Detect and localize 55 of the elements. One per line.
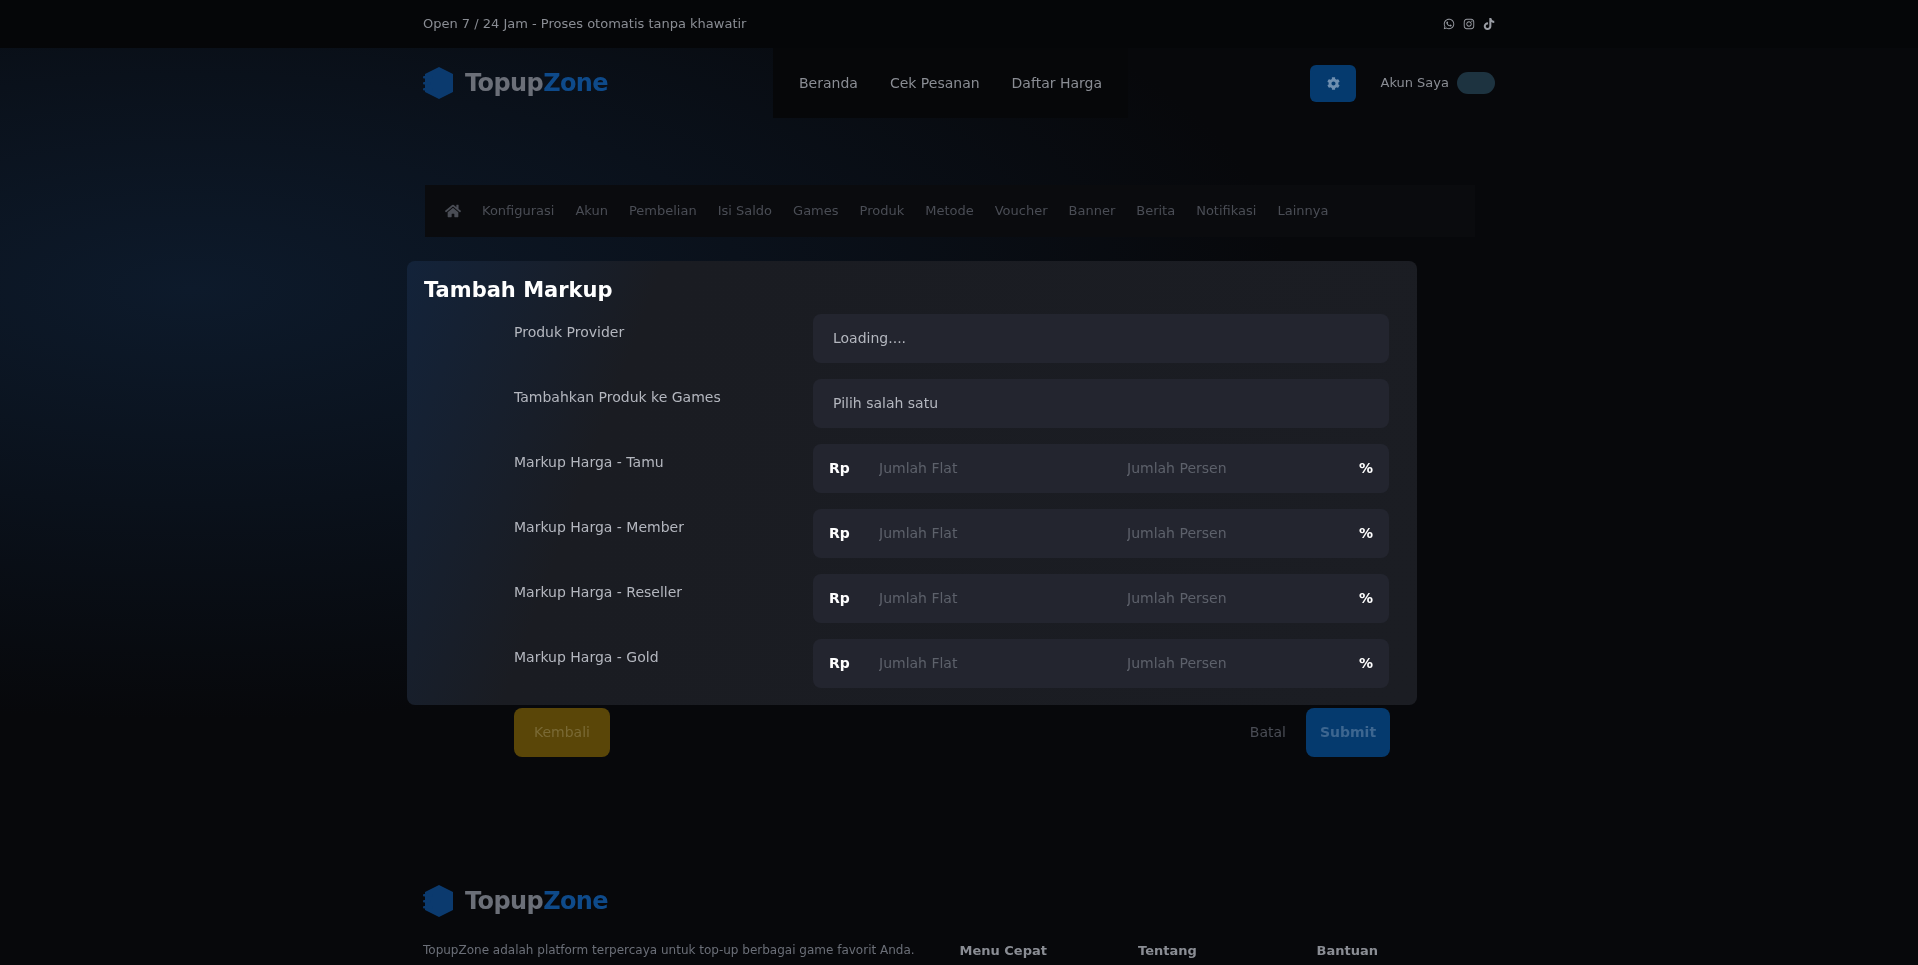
flat-amount-input[interactable]: Jumlah Flat	[879, 522, 1127, 544]
percent-amount-input[interactable]: Jumlah Persen	[1127, 522, 1359, 544]
account-link[interactable]: Akun Saya	[1380, 73, 1449, 93]
select-field[interactable]: Loading....	[813, 313, 1389, 363]
footer-column-title: Menu Cepat	[959, 942, 1048, 960]
cancel-button[interactable]: Batal	[1249, 722, 1286, 743]
admin-menu-item[interactable]: Berita	[1136, 201, 1176, 221]
nav-link[interactable]: Cek Pesanan	[889, 72, 980, 94]
settings-button[interactable]	[1310, 64, 1357, 102]
whatsapp-icon[interactable]	[1443, 18, 1455, 30]
currency-prefix: Rp	[829, 523, 851, 543]
percent-suffix: %	[1358, 458, 1373, 478]
admin-menu-item[interactable]: Isi Saldo	[717, 201, 773, 221]
logo-text: TopupZone	[465, 886, 608, 917]
submit-button[interactable]: Submit	[1306, 708, 1390, 757]
settings-icon	[1327, 76, 1340, 90]
currency-prefix: Rp	[829, 458, 851, 478]
field-label: Markup Harga - Reseller	[514, 582, 684, 602]
logo-text: TopupZone	[465, 68, 608, 99]
admin-menu-item[interactable]: Voucher	[994, 201, 1048, 221]
admin-menu-item[interactable]: Lainnya	[1277, 201, 1329, 221]
percent-amount-input[interactable]: Jumlah Persen	[1127, 457, 1359, 479]
footer-description: TopupZone adalah platform terpercaya untuk top-up berbagai game favorit Anda.	[423, 942, 916, 959]
field-label: Markup Harga - Member	[514, 517, 685, 537]
field-label: Markup Harga - Gold	[514, 647, 660, 667]
field-label: Produk Provider	[514, 322, 626, 342]
tiktok-icon[interactable]	[1483, 18, 1495, 30]
footer-column-title: Bantuan	[1316, 942, 1379, 960]
percent-suffix: %	[1358, 523, 1373, 543]
percent-suffix: %	[1358, 588, 1373, 608]
percent-suffix: %	[1358, 653, 1373, 673]
percent-amount-input[interactable]: Jumlah Persen	[1127, 652, 1359, 674]
instagram-icon[interactable]	[1463, 18, 1475, 30]
admin-menu-item[interactable]: Notifikasi	[1196, 201, 1257, 221]
field-label: Markup Harga - Tamu	[514, 452, 665, 472]
nav-link[interactable]: Beranda	[799, 72, 858, 94]
admin-menu-item[interactable]: Pembelian	[628, 201, 697, 221]
flat-amount-input[interactable]: Jumlah Flat	[879, 457, 1127, 479]
admin-menu-item[interactable]: Metode	[925, 201, 974, 221]
nav-link[interactable]: Daftar Harga	[1011, 72, 1102, 94]
currency-prefix: Rp	[829, 653, 851, 673]
percent-amount-input[interactable]: Jumlah Persen	[1127, 587, 1359, 609]
footer-column-title: Tentang	[1138, 942, 1198, 960]
admin-menu-item[interactable]: Akun	[575, 201, 608, 221]
topbar-text: Open 7 / 24 Jam - Proses otomatis tanpa khawatir	[423, 15, 747, 34]
flat-amount-input[interactable]: Jumlah Flat	[879, 587, 1127, 609]
flat-amount-input[interactable]: Jumlah Flat	[879, 652, 1127, 674]
admin-menu-item[interactable]: Konfigurasi	[482, 201, 555, 221]
currency-prefix: Rp	[829, 588, 851, 608]
admin-menu-item[interactable]: Produk	[859, 201, 905, 221]
select-field[interactable]: Pilih salah satu	[813, 378, 1389, 428]
modal-title: Tambah Markup	[424, 277, 613, 304]
admin-menu-item[interactable]: Banner	[1068, 201, 1116, 221]
admin-menu-item[interactable]: Games	[793, 201, 839, 221]
field-label: Tambahkan Produk ke Games	[514, 387, 722, 407]
